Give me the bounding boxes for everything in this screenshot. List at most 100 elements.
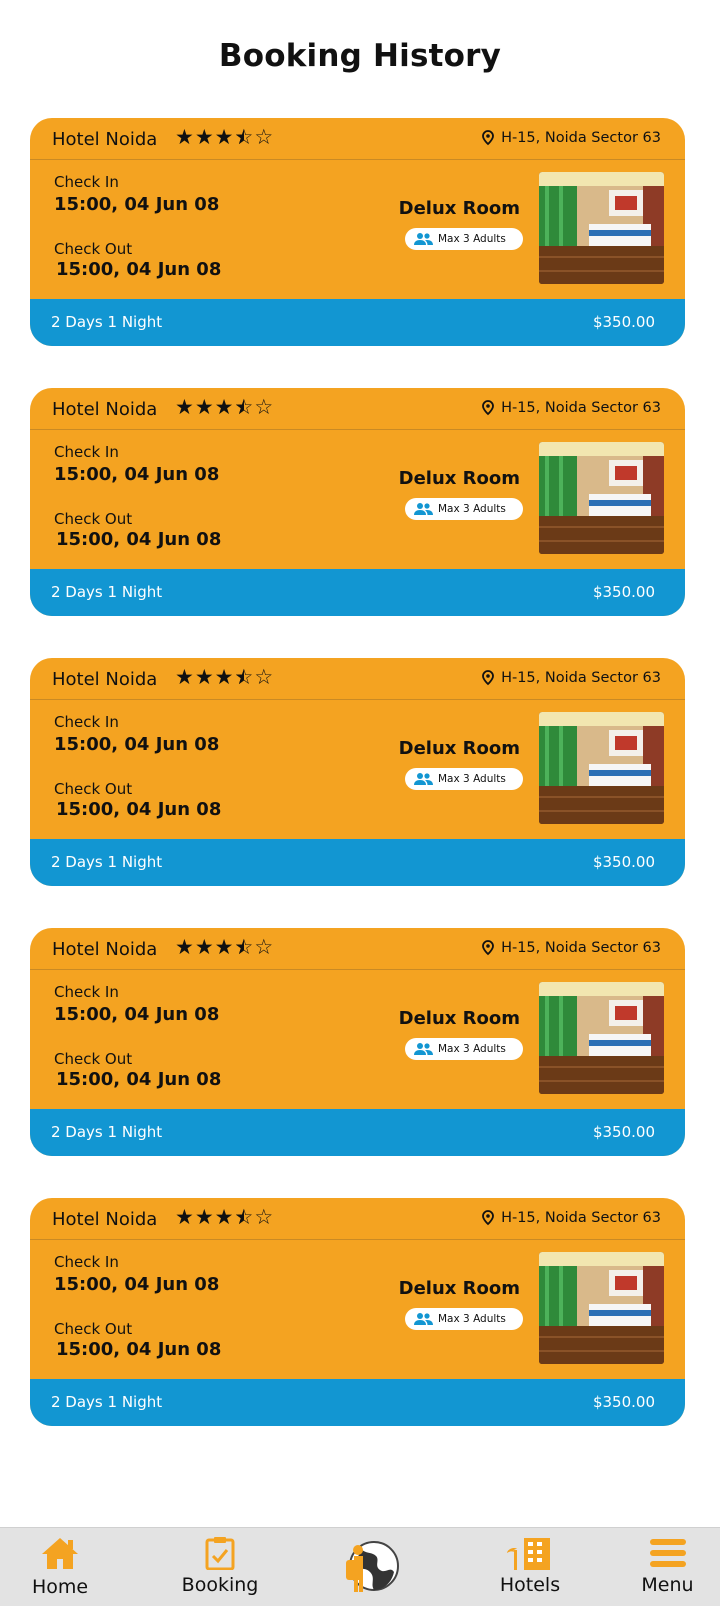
room-photo bbox=[539, 1252, 664, 1364]
full-stars: ★★★ bbox=[175, 125, 235, 149]
half-star-icon: ☆★ bbox=[234, 1205, 255, 1229]
hotel-location: H-15, Noida Sector 63 bbox=[481, 940, 661, 956]
booking-card[interactable]: Hotel Noida ★★★☆★☆ H-15, Noida Sector 63… bbox=[30, 658, 685, 886]
card-footer: 2 Days 1 Night $350.00 bbox=[30, 839, 685, 886]
hotel-name: Hotel Noida bbox=[52, 1209, 158, 1230]
half-star-icon: ☆★ bbox=[234, 935, 255, 959]
hotel-name: Hotel Noida bbox=[52, 129, 158, 150]
hotel-name: Hotel Noida bbox=[52, 939, 158, 960]
room-type: Delux Room bbox=[398, 198, 520, 219]
location-pin-icon bbox=[482, 1210, 494, 1226]
checkout-value: 15:00, 04 Jun 08 bbox=[56, 799, 222, 820]
room-type: Delux Room bbox=[398, 738, 520, 759]
hotel-location: H-15, Noida Sector 63 bbox=[481, 670, 661, 686]
booking-card[interactable]: Hotel Noida ★★★☆★☆ H-15, Noida Sector 63… bbox=[30, 928, 685, 1156]
hotel-location: H-15, Noida Sector 63 bbox=[481, 130, 661, 146]
booking-price: $350.00 bbox=[592, 1123, 655, 1141]
nav-hotels[interactable]: Hotels bbox=[480, 1528, 580, 1606]
occupancy-text: Max 3 Adults bbox=[438, 503, 506, 515]
checkin-value: 15:00, 04 Jun 08 bbox=[54, 734, 220, 755]
location-text: H-15, Noida Sector 63 bbox=[501, 400, 661, 416]
nav-hotels-label: Hotels bbox=[499, 1574, 561, 1596]
page-title: Booking History bbox=[218, 38, 502, 74]
half-star-icon: ☆★ bbox=[234, 395, 255, 419]
card-header: Hotel Noida ★★★☆★☆ H-15, Noida Sector 63 bbox=[30, 1198, 685, 1240]
nav-home[interactable]: Home bbox=[15, 1528, 105, 1606]
location-text: H-15, Noida Sector 63 bbox=[501, 940, 661, 956]
users-icon bbox=[414, 773, 433, 785]
rating-stars: ★★★☆★☆ bbox=[175, 125, 275, 149]
rating-stars: ★★★☆★☆ bbox=[175, 935, 275, 959]
traveler-globe-icon bbox=[346, 1541, 399, 1592]
checkout-label: Check Out bbox=[54, 780, 133, 798]
location-text: H-15, Noida Sector 63 bbox=[501, 670, 661, 686]
half-star-icon: ☆★ bbox=[234, 125, 255, 149]
occupancy-text: Max 3 Adults bbox=[438, 1043, 506, 1055]
users-icon bbox=[414, 233, 433, 245]
bottom-nav: Home Booking Hotels Menu bbox=[0, 1527, 720, 1606]
booking-card[interactable]: Hotel Noida ★★★☆★☆ H-15, Noida Sector 63… bbox=[30, 1198, 685, 1426]
hotel-name: Hotel Noida bbox=[52, 399, 158, 420]
booking-card[interactable]: Hotel Noida ★★★☆★☆ H-15, Noida Sector 63… bbox=[30, 118, 685, 346]
location-text: H-15, Noida Sector 63 bbox=[501, 130, 661, 146]
checkin-value: 15:00, 04 Jun 08 bbox=[54, 1004, 220, 1025]
occupancy-badge: Max 3 Adults bbox=[405, 228, 523, 250]
room-photo bbox=[539, 712, 664, 824]
checkin-label: Check In bbox=[54, 173, 119, 191]
hotel-location: H-15, Noida Sector 63 bbox=[481, 1210, 661, 1226]
room-type: Delux Room bbox=[398, 1008, 520, 1029]
checkout-value: 15:00, 04 Jun 08 bbox=[56, 1339, 222, 1360]
location-pin-icon bbox=[482, 670, 494, 686]
card-footer: 2 Days 1 Night $350.00 bbox=[30, 569, 685, 616]
card-header: Hotel Noida ★★★☆★☆ H-15, Noida Sector 63 bbox=[30, 118, 685, 160]
home-icon bbox=[42, 1538, 78, 1569]
checkout-label: Check Out bbox=[54, 510, 133, 528]
occupancy-text: Max 3 Adults bbox=[438, 773, 506, 785]
card-header: Hotel Noida ★★★☆★☆ H-15, Noida Sector 63 bbox=[30, 388, 685, 430]
card-footer: 2 Days 1 Night $350.00 bbox=[30, 299, 685, 346]
checkout-value: 15:00, 04 Jun 08 bbox=[56, 1069, 222, 1090]
nav-home-label: Home bbox=[31, 1576, 89, 1598]
checkin-label: Check In bbox=[54, 983, 119, 1001]
room-photo bbox=[539, 982, 664, 1094]
nav-explore[interactable] bbox=[335, 1528, 405, 1606]
booking-price: $350.00 bbox=[592, 583, 655, 601]
room-photo bbox=[539, 442, 664, 554]
hotel-building-icon bbox=[507, 1538, 550, 1570]
room-photo bbox=[539, 172, 664, 284]
checkout-label: Check Out bbox=[54, 1050, 133, 1068]
nav-booking[interactable]: Booking bbox=[170, 1528, 270, 1606]
booking-card[interactable]: Hotel Noida ★★★☆★☆ H-15, Noida Sector 63… bbox=[30, 388, 685, 616]
card-footer: 2 Days 1 Night $350.00 bbox=[30, 1379, 685, 1426]
checkout-value: 15:00, 04 Jun 08 bbox=[56, 259, 222, 280]
location-pin-icon bbox=[482, 400, 494, 416]
occupancy-text: Max 3 Adults bbox=[438, 233, 506, 245]
nav-menu[interactable]: Menu bbox=[625, 1528, 710, 1606]
card-header: Hotel Noida ★★★☆★☆ H-15, Noida Sector 63 bbox=[30, 658, 685, 700]
hotel-location: H-15, Noida Sector 63 bbox=[481, 400, 661, 416]
checkout-value: 15:00, 04 Jun 08 bbox=[56, 529, 222, 550]
occupancy-badge: Max 3 Adults bbox=[405, 1308, 523, 1330]
full-stars: ★★★ bbox=[175, 1205, 235, 1229]
stay-duration: 2 Days 1 Night bbox=[51, 1393, 163, 1411]
checkout-label: Check Out bbox=[54, 240, 133, 258]
checkin-label: Check In bbox=[54, 443, 119, 461]
occupancy-badge: Max 3 Adults bbox=[405, 768, 523, 790]
users-icon bbox=[414, 1043, 433, 1055]
stay-duration: 2 Days 1 Night bbox=[51, 1123, 163, 1141]
checkin-value: 15:00, 04 Jun 08 bbox=[54, 194, 220, 215]
location-text: H-15, Noida Sector 63 bbox=[501, 1210, 661, 1226]
checkin-label: Check In bbox=[54, 1253, 119, 1271]
occupancy-badge: Max 3 Adults bbox=[405, 498, 523, 520]
half-star-icon: ☆★ bbox=[234, 665, 255, 689]
booking-price: $350.00 bbox=[592, 313, 655, 331]
card-footer: 2 Days 1 Night $350.00 bbox=[30, 1109, 685, 1156]
location-pin-icon bbox=[482, 940, 494, 956]
card-header: Hotel Noida ★★★☆★☆ H-15, Noida Sector 63 bbox=[30, 928, 685, 970]
users-icon bbox=[414, 503, 433, 515]
hotel-name: Hotel Noida bbox=[52, 669, 158, 690]
occupancy-text: Max 3 Adults bbox=[438, 1313, 506, 1325]
rating-stars: ★★★☆★☆ bbox=[175, 1205, 275, 1229]
full-stars: ★★★ bbox=[175, 665, 235, 689]
clipboard-check-icon bbox=[205, 1537, 235, 1570]
